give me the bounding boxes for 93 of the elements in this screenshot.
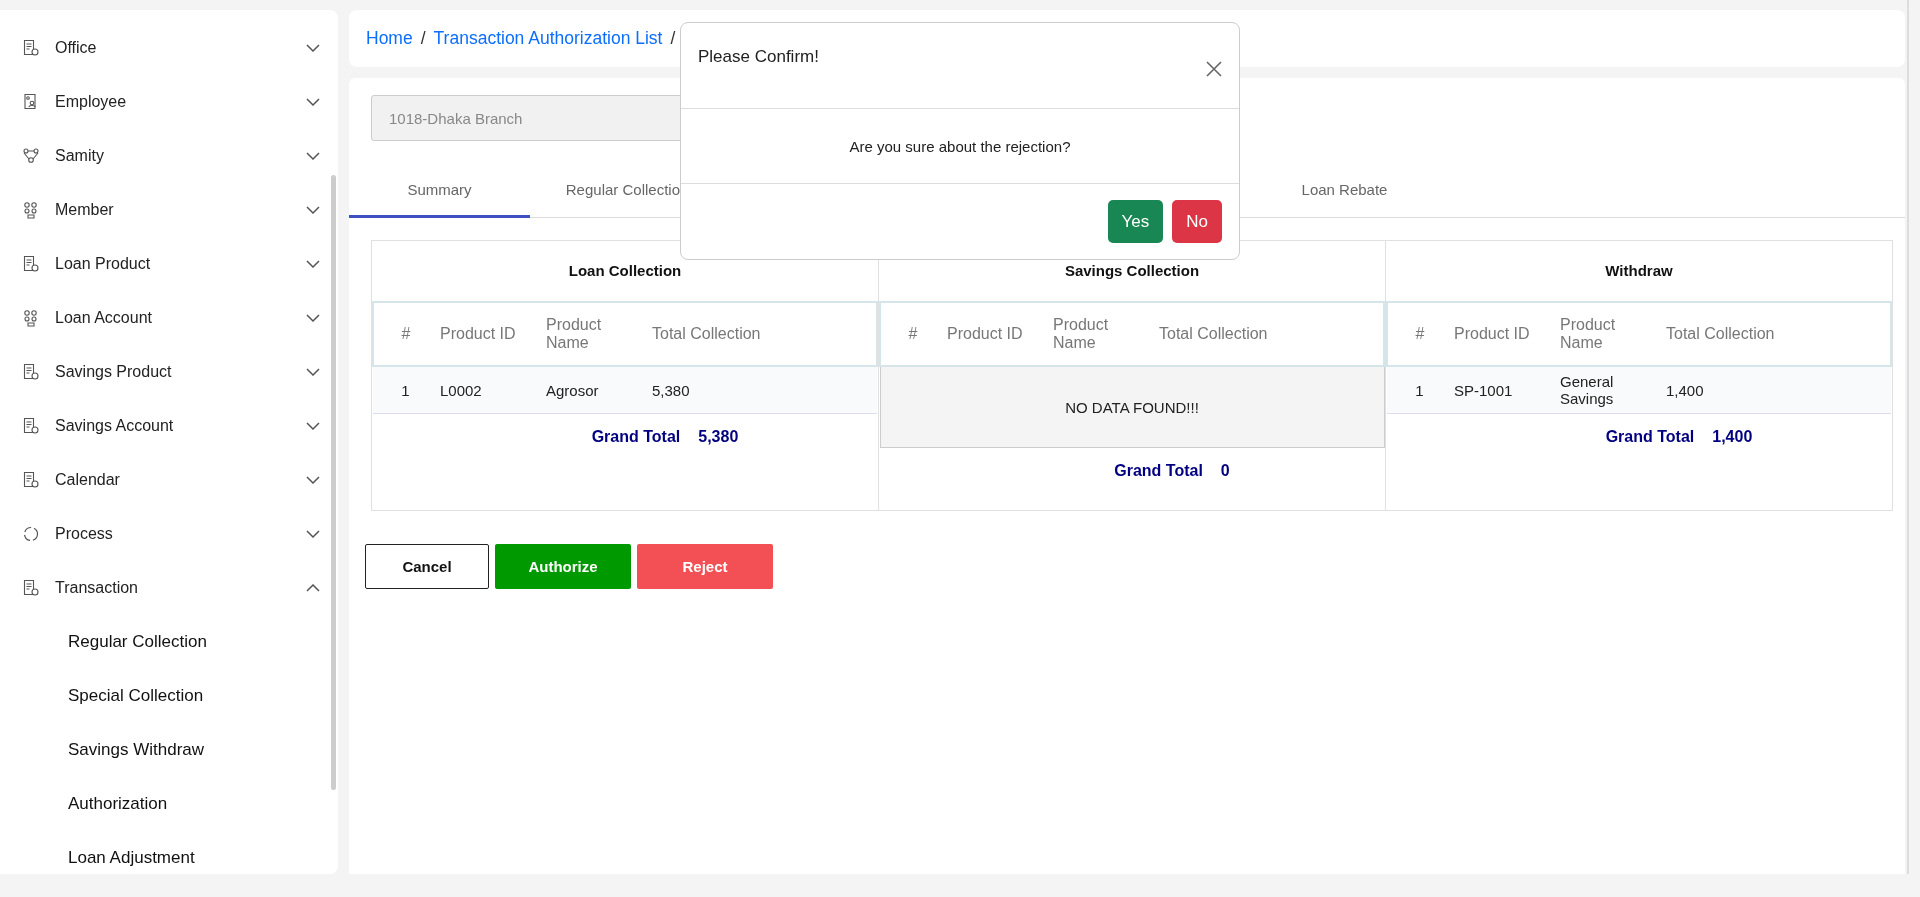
table-cell: 5,380 (644, 366, 877, 414)
column-header: Product ID (1446, 302, 1552, 366)
sidebar-item[interactable]: Loan Product (0, 237, 338, 291)
column-header: # (880, 302, 939, 366)
sidebar-label: Member (55, 201, 115, 219)
breadcrumb-link[interactable]: Home (366, 28, 413, 49)
chevron-down-icon (306, 44, 320, 52)
column-header: Product Name (538, 302, 644, 366)
authorize-button[interactable]: Authorize (495, 544, 631, 589)
tab[interactable]: Summary (349, 165, 530, 218)
sidebar-label: Office (55, 39, 98, 57)
tab[interactable]: Regular Collectio (530, 165, 680, 218)
document-icon (22, 471, 40, 489)
column-header: Total Collection (644, 302, 877, 366)
dialog-message: Are you sure about the rejection? (849, 137, 1071, 155)
column-header: Total Collection (1658, 302, 1891, 366)
scrollbar[interactable] (331, 175, 336, 790)
table-cell: 1 (373, 366, 432, 414)
network-icon (22, 147, 40, 165)
document-icon (22, 255, 40, 273)
submenu-item[interactable]: Special Collection (0, 669, 338, 723)
chevron-down-icon (306, 260, 320, 268)
sidebar-label: Loan Account (55, 309, 153, 327)
chevron-down-icon (306, 206, 320, 214)
breadcrumb-separator: / (420, 28, 426, 49)
column-header: Product ID (432, 302, 538, 366)
table-cell: L0002 (432, 366, 538, 414)
chevron-down-icon (306, 422, 320, 430)
sidebar-item[interactable]: Transaction (0, 561, 338, 615)
chevron-down-icon (306, 152, 320, 160)
grand-total-label: Grand Total (1114, 462, 1203, 480)
sidebar-label: Samity (55, 147, 105, 165)
submenu-item[interactable]: Authorization (0, 777, 338, 831)
empty-message: NO DATA FOUND!!! (880, 366, 1384, 448)
column-header: Product Name (1045, 302, 1151, 366)
grand-total-label: Grand Total (591, 428, 681, 446)
yes-button[interactable]: Yes (1107, 200, 1164, 243)
sidebar-label: Savings Account (55, 417, 175, 435)
people-icon (22, 309, 40, 327)
no-button[interactable]: No (1172, 200, 1222, 243)
chevron-up-icon (306, 584, 320, 592)
grand-total-value: 5,380 (698, 428, 739, 446)
table-cell: General Savings (1552, 366, 1658, 414)
table-cell: Agrosor (538, 366, 644, 414)
cancel-button[interactable]: Cancel (365, 544, 489, 589)
document-icon (22, 363, 40, 381)
document-icon (22, 579, 40, 597)
document-icon (22, 39, 40, 57)
breadcrumb-separator: / (670, 28, 676, 49)
sidebar-item[interactable]: Loan Account (0, 291, 338, 345)
breadcrumb-link[interactable]: Transaction Authorization List (433, 28, 663, 49)
section-title: Savings Collection (1063, 261, 1201, 281)
column-header: # (1387, 302, 1446, 366)
sidebar-label: Calendar (55, 471, 121, 489)
table-cell: SP-1001 (1446, 366, 1552, 414)
grand-total-value: 1,400 (1712, 428, 1753, 446)
sidebar-item[interactable]: Process (0, 507, 338, 561)
sidebar-item[interactable]: Office (0, 21, 338, 75)
column-header: Product ID (939, 302, 1045, 366)
column-header: Product Name (1552, 302, 1658, 366)
chevron-down-icon (306, 476, 320, 484)
sidebar-item[interactable]: Samity (0, 129, 338, 183)
chevron-down-icon (306, 530, 320, 538)
sidebar-label: Loan Product (55, 255, 152, 273)
column-header: Total Collection (1151, 302, 1384, 366)
chevron-down-icon (306, 368, 320, 376)
sidebar-item[interactable]: Member (0, 183, 338, 237)
sidebar-label: Process (55, 525, 114, 543)
grand-total-label: Grand Total (1605, 428, 1695, 446)
grand-total-value: 0 (1220, 462, 1230, 480)
tab[interactable]: Loan Rebate (1254, 165, 1435, 218)
sidebar-item[interactable]: Savings Product (0, 345, 338, 399)
sidebar-item[interactable]: Savings Account (0, 399, 338, 453)
document-icon (22, 417, 40, 435)
submenu-item[interactable]: Loan Adjustment (0, 831, 338, 874)
chevron-down-icon (306, 314, 320, 322)
submenu-item[interactable]: Savings Withdraw (0, 723, 338, 777)
dialog-title: Please Confirm! (698, 47, 819, 67)
chevron-down-icon (306, 98, 320, 106)
section-title: Withdraw (1604, 261, 1674, 281)
close-icon[interactable] (1206, 61, 1222, 77)
section-title: Loan Collection (567, 261, 683, 281)
table-cell: 1,400 (1658, 366, 1891, 414)
refresh-icon (22, 525, 40, 543)
table-cell: 1 (1387, 366, 1446, 414)
sidebar-label: Transaction (55, 579, 139, 597)
people-icon (22, 201, 40, 219)
column-header: # (373, 302, 432, 366)
sidebar-item[interactable]: Employee (0, 75, 338, 129)
sidebar-label: Savings Product (55, 363, 173, 381)
sidebar-item[interactable]: Calendar (0, 453, 338, 507)
sidebar-label: Employee (55, 93, 128, 111)
submenu-item[interactable]: Regular Collection (0, 615, 338, 669)
